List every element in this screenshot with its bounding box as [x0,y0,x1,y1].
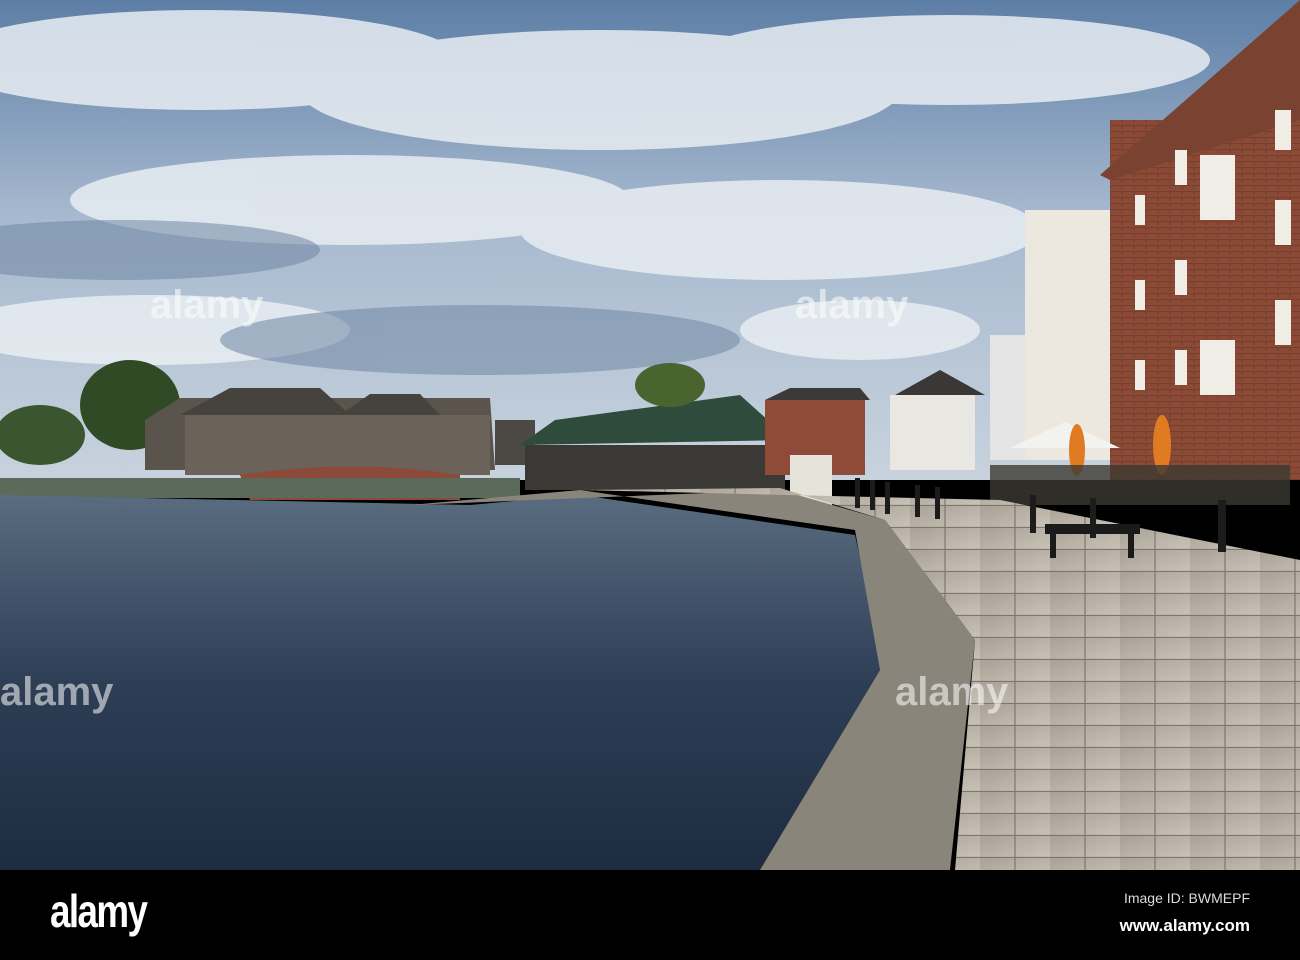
river [0,495,880,870]
image-id: Image ID: BWMEPF [1123,890,1250,906]
footer-bar: alamy Image ID: BWMEPF www.alamy.com [0,870,1300,960]
alamy-logo[interactable]: alamy [50,884,148,938]
svg-text:alamy: alamy [150,283,264,327]
svg-text:alamy: alamy [0,670,114,714]
svg-text:alamy: alamy [795,283,909,327]
svg-text:alamy: alamy [895,670,1009,714]
website-link[interactable]: www.alamy.com [1120,916,1250,936]
photo: alamy alamy alamy alamy [0,0,1300,870]
far-bank [0,478,520,498]
